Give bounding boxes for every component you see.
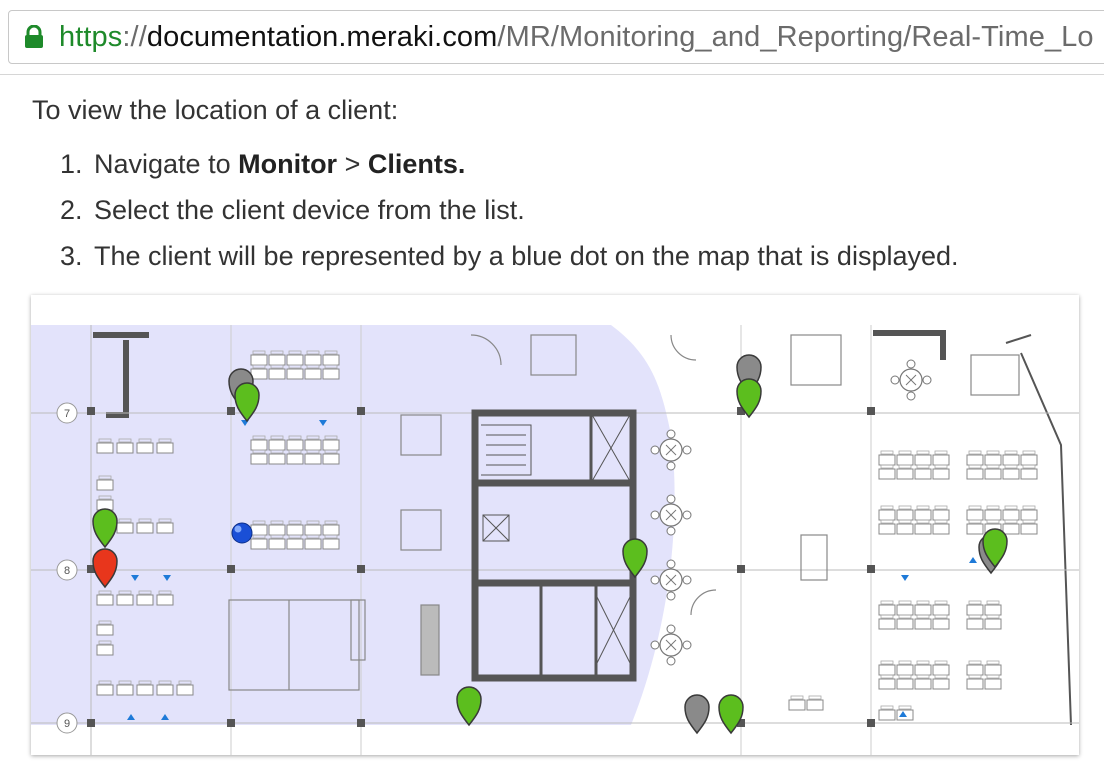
browser-address-bar: https://documentation.meraki.com/MR/Moni… — [0, 0, 1104, 75]
client-location-dot[interactable] — [231, 522, 253, 544]
lock-icon — [25, 25, 43, 48]
grid-label: 8 — [64, 565, 70, 577]
ap-offline-icon — [684, 694, 710, 734]
url-scheme: https — [59, 21, 123, 53]
floor-plan-map: 7 8 9 — [31, 295, 1079, 755]
url-host: documentation.meraki.com — [146, 21, 498, 53]
step-item: 1. Navigate to Monitor > Clients. — [60, 144, 959, 190]
grid-label: 9 — [64, 718, 70, 730]
ap-online-icon — [718, 694, 744, 734]
step-bold-clients: Clients. — [367, 149, 466, 179]
url-text: https://documentation.meraki.com/MR/Moni… — [59, 19, 1094, 55]
step-text: Select the client device from the list. — [94, 195, 525, 225]
url-field[interactable]: https://documentation.meraki.com/MR/Moni… — [8, 10, 1104, 64]
step-separator: > — [337, 149, 368, 179]
url-path: /MR/Monitoring_and_Reporting/Real-Time_L… — [497, 21, 1094, 53]
step-bold-monitor: Monitor — [238, 149, 338, 179]
step-text: The client will be represented by a blue… — [94, 241, 959, 271]
step-text: Navigate to — [94, 149, 239, 179]
grid-label: 7 — [64, 408, 70, 420]
floor-plan-svg: 7 8 9 — [31, 325, 1079, 755]
intro-text: To view the location of a client: — [32, 95, 399, 125]
step-number: 1. — [60, 149, 83, 179]
step-number: 3. — [60, 241, 83, 271]
steps-list: 1. Navigate to Monitor > Clients. 2. Selec… — [60, 144, 959, 282]
step-item: 3. The client will be represented by a bl… — [60, 236, 959, 282]
url-separator: :// — [122, 21, 147, 53]
step-item: 2. Select the client device from the list… — [60, 190, 959, 236]
step-number: 2. — [60, 195, 83, 225]
